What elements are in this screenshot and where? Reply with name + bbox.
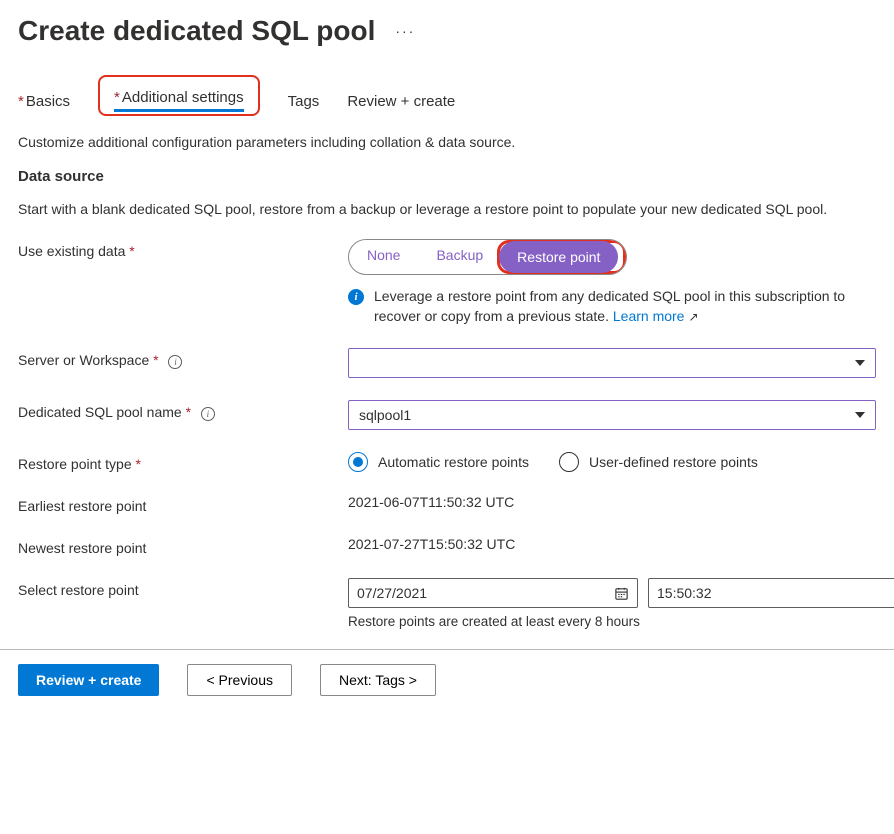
sql-pool-name-dropdown[interactable]: sqlpool1	[348, 400, 876, 430]
annotation-restore-point: Restore point	[497, 240, 626, 274]
tab-basics[interactable]: *Basics	[18, 87, 70, 116]
required-star-icon: *	[129, 243, 134, 259]
section-intro: Customize additional configuration param…	[18, 134, 876, 150]
required-star-icon: *	[186, 404, 191, 420]
radio-icon	[348, 452, 368, 472]
required-star-icon: *	[153, 352, 158, 368]
tab-tags[interactable]: Tags	[288, 87, 320, 116]
radio-user-defined-restore-points[interactable]: User-defined restore points	[559, 452, 758, 472]
restore-point-hint: Restore points are created at least ever…	[348, 614, 894, 629]
select-restore-point-label: Select restore point	[18, 578, 348, 598]
tab-review-create[interactable]: Review + create	[347, 87, 455, 116]
chevron-down-icon	[855, 412, 865, 418]
learn-more-link[interactable]: Learn more	[613, 308, 685, 324]
sql-pool-name-label: Dedicated SQL pool name * i	[18, 400, 348, 421]
required-star-icon: *	[136, 456, 141, 472]
wizard-footer: Review + create < Previous Next: Tags >	[0, 649, 894, 710]
external-link-icon: ↗	[688, 310, 698, 324]
restore-point-date-input[interactable]: 07/27/2021	[348, 578, 638, 608]
next-button[interactable]: Next: Tags >	[320, 664, 436, 696]
info-icon: i	[348, 289, 364, 305]
use-existing-data-label: Use existing data *	[18, 239, 348, 259]
earliest-restore-point-value: 2021-06-07T11:50:32 UTC	[348, 494, 876, 510]
newest-restore-point-value: 2021-07-27T15:50:32 UTC	[348, 536, 876, 552]
calendar-icon	[614, 586, 629, 601]
info-tooltip-icon[interactable]: i	[168, 355, 182, 369]
restore-point-type-label: Restore point type *	[18, 452, 348, 472]
pill-none[interactable]: None	[349, 240, 418, 274]
pill-restore-point[interactable]: Restore point	[499, 241, 618, 273]
more-actions-icon[interactable]: ···	[395, 23, 415, 39]
tab-additional-settings[interactable]: *Additional settings	[114, 83, 244, 112]
previous-button[interactable]: < Previous	[187, 664, 292, 696]
wizard-tabs: *Basics *Additional settings Tags Review…	[18, 87, 876, 116]
restore-point-time-input[interactable]: 15:50:32	[648, 578, 894, 608]
radio-automatic-restore-points[interactable]: Automatic restore points	[348, 452, 529, 472]
newest-restore-point-label: Newest restore point	[18, 536, 348, 556]
chevron-down-icon	[855, 360, 865, 366]
data-source-description: Start with a blank dedicated SQL pool, r…	[18, 199, 876, 219]
page-title: Create dedicated SQL pool	[18, 15, 375, 47]
server-workspace-dropdown[interactable]	[348, 348, 876, 378]
server-workspace-label: Server or Workspace * i	[18, 348, 348, 369]
annotation-additional-settings: *Additional settings	[98, 75, 260, 116]
use-existing-data-toggle: None Backup Restore point	[348, 239, 627, 275]
info-tooltip-icon[interactable]: i	[201, 407, 215, 421]
required-star-icon: *	[114, 89, 120, 106]
required-star-icon: *	[18, 93, 24, 110]
earliest-restore-point-label: Earliest restore point	[18, 494, 348, 514]
use-existing-data-info: i Leverage a restore point from any dedi…	[348, 287, 876, 326]
data-source-heading: Data source	[18, 168, 876, 185]
review-create-button[interactable]: Review + create	[18, 664, 159, 696]
radio-icon	[559, 452, 579, 472]
pill-backup[interactable]: Backup	[418, 240, 501, 274]
